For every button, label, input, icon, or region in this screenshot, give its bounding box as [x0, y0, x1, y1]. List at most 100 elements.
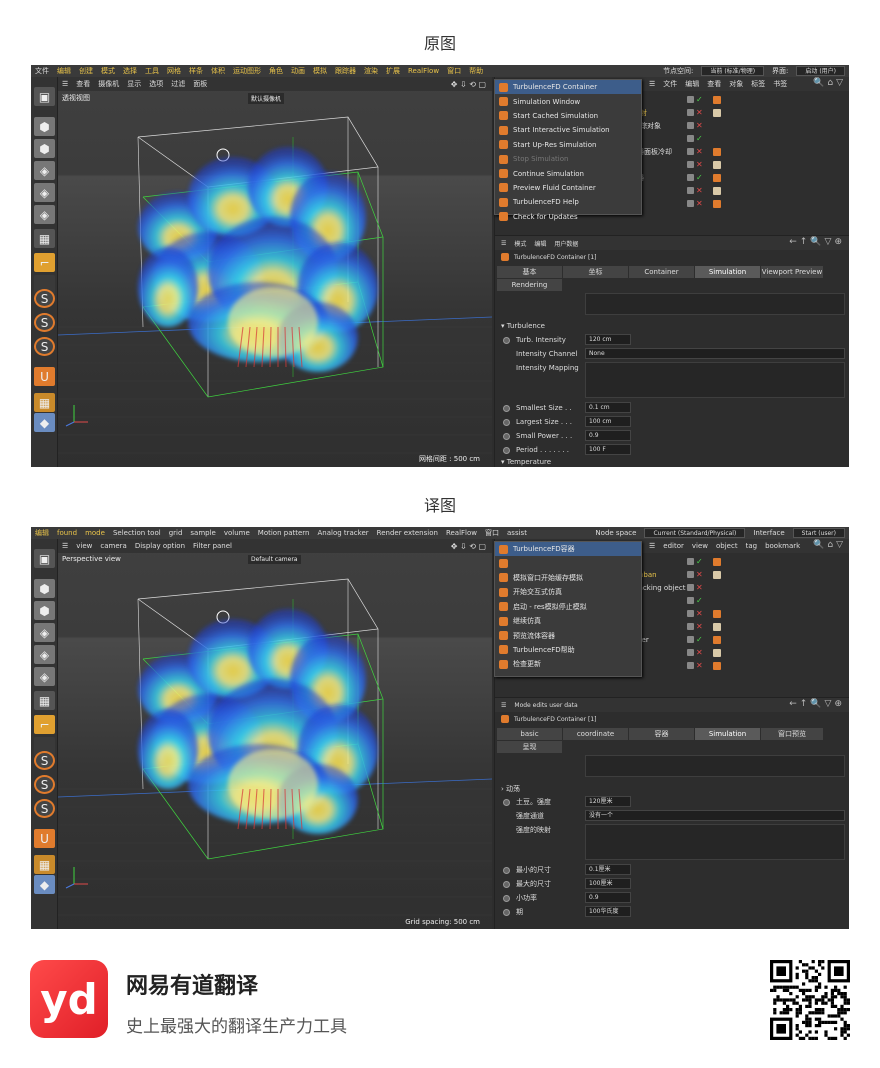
visible-check-icon[interactable]: ✓ — [696, 557, 703, 566]
dropdown-menu-item[interactable]: 启动 - res模拟停止模拟 — [495, 600, 641, 614]
param-value-field[interactable]: 0.1 cm — [585, 402, 631, 413]
dropdown-menu-item[interactable] — [495, 556, 641, 570]
animate-dot-icon[interactable] — [503, 404, 510, 412]
object-row[interactable]: tracking object ✕ — [613, 581, 849, 594]
dropdown-menu-item[interactable]: TurbulenceFD容器 — [495, 542, 641, 557]
viewport[interactable]: ☰ view camera Display option Filter panel ✥ ⇩… — [58, 539, 492, 929]
om-toolbar-icons[interactable]: 🔍⌂▽ — [813, 78, 846, 88]
param-value-field[interactable]: 100 cm — [585, 416, 631, 427]
visibility-off-icon[interactable]: ✕ — [696, 622, 703, 631]
attr-menu-item[interactable]: 用户数据 — [554, 239, 578, 248]
menu-item[interactable]: 选择 — [119, 66, 141, 76]
menu-item[interactable]: 网格 — [163, 66, 185, 76]
visible-check-icon[interactable]: ✓ — [696, 635, 703, 644]
param-value-field[interactable]: 120 cm — [585, 334, 631, 345]
attribute-tab[interactable]: Simulation — [695, 266, 760, 278]
menu-item[interactable]: 模拟 — [309, 66, 331, 76]
dropdown-menu-item[interactable]: Stop Simulation — [495, 152, 641, 166]
object-row[interactable]: 2✕ — [613, 184, 849, 197]
tag-icon[interactable] — [712, 160, 721, 169]
visibility-off-icon[interactable]: ✕ — [696, 108, 703, 117]
magnet-icon[interactable]: U — [34, 829, 55, 848]
object-controls[interactable]: ✕ — [687, 648, 721, 657]
attribute-tab[interactable]: 坐标 — [563, 266, 628, 278]
param-value-field[interactable]: 0.9 — [585, 892, 631, 903]
layer-box-icon[interactable] — [687, 584, 694, 591]
menu-item[interactable]: mode — [81, 529, 109, 537]
tab-rendering[interactable]: Rendering — [497, 279, 562, 291]
intensity-mapping-curve[interactable] — [585, 362, 845, 398]
axis-icon[interactable]: ⌐ — [34, 253, 55, 272]
om-menu-item[interactable]: editor — [663, 542, 684, 550]
object-controls[interactable]: ✕ — [687, 186, 721, 195]
attr-menu-item[interactable]: 模式 — [514, 239, 526, 248]
dropdown-menu-item[interactable]: TurbulenceFD Help — [495, 195, 641, 209]
hamburger-icon[interactable]: ☰ — [501, 240, 506, 247]
attribute-tab[interactable]: 窗口预览 — [761, 728, 823, 740]
dropdown-menu-item[interactable]: 继续仿真 — [495, 614, 641, 628]
snap2-icon[interactable]: S — [34, 313, 55, 332]
tag-icon[interactable] — [712, 95, 721, 104]
snap-icon[interactable]: S — [34, 751, 55, 770]
om-menu-item[interactable]: object — [716, 542, 738, 550]
object-controls[interactable]: ✕ — [687, 108, 721, 117]
om-menu-item[interactable]: 文件 — [663, 79, 677, 89]
texture-icon[interactable]: ▦ — [34, 691, 55, 710]
object-controls[interactable]: ✓ — [687, 596, 703, 605]
tag-icon[interactable] — [712, 173, 721, 182]
menu-item[interactable]: 工具 — [141, 66, 163, 76]
layer-box-icon[interactable] — [687, 662, 694, 669]
object-row[interactable]: 3✓ — [613, 132, 849, 145]
layer-box-icon[interactable] — [687, 96, 694, 103]
visibility-off-icon[interactable]: ✕ — [696, 186, 703, 195]
layer-box-icon[interactable] — [687, 558, 694, 565]
om-menu-item[interactable]: view — [692, 542, 708, 550]
animate-dot-icon[interactable] — [503, 798, 510, 806]
turbulence-section-header[interactable]: › 动荡 — [501, 784, 520, 794]
layer-box-icon[interactable] — [687, 649, 694, 656]
animate-dot-icon[interactable] — [503, 432, 510, 440]
dropdown-menu-item[interactable]: TurbulenceFD Container — [495, 80, 641, 95]
dropdown-menu-item[interactable]: 预览流体容器 — [495, 628, 641, 642]
tab-rendering[interactable]: 呈现 — [497, 741, 562, 753]
om-menu-item[interactable]: tag — [746, 542, 757, 550]
attribute-tab[interactable]: 容器 — [629, 728, 694, 740]
polygon-icon[interactable]: ◈ — [34, 645, 55, 664]
object-controls[interactable]: ✕ — [687, 622, 721, 631]
animate-dot-icon[interactable] — [503, 894, 510, 902]
object-controls[interactable]: ✓ — [687, 95, 721, 104]
tag-icon[interactable] — [712, 635, 721, 644]
menu-item[interactable]: 窗口 — [481, 528, 503, 538]
layer-box-icon[interactable] — [687, 161, 694, 168]
grid-icon[interactable]: ▦ — [34, 393, 55, 412]
param-value-field[interactable]: 100 F — [585, 444, 631, 455]
object-row[interactable]: 控制器面板冷却 ✕ — [613, 145, 849, 158]
mode-icon[interactable]: ▣ — [34, 549, 55, 568]
attr-menu-item[interactable]: 编辑 — [534, 239, 546, 248]
visibility-off-icon[interactable]: ✕ — [696, 570, 703, 579]
animate-dot-icon[interactable] — [503, 336, 510, 344]
layer-box-icon[interactable] — [687, 200, 694, 207]
param-value-field[interactable]: 100厘米 — [585, 878, 631, 889]
layer-box-icon[interactable] — [687, 571, 694, 578]
om-toolbar-icons[interactable]: 🔍⌂▽ — [813, 540, 846, 550]
object-icon[interactable]: ◈ — [34, 205, 55, 224]
om-menu-item[interactable]: 对象 — [729, 79, 743, 89]
layer-box-icon[interactable] — [687, 148, 694, 155]
layer-box-icon[interactable] — [687, 597, 694, 604]
dropdown-menu-item[interactable]: Start Up-Res Simulation — [495, 138, 641, 152]
object-row[interactable]: 发射器✓ — [613, 171, 849, 184]
menu-item[interactable]: found — [53, 529, 81, 537]
tag-icon[interactable] — [712, 557, 721, 566]
tag-icon[interactable] — [712, 648, 721, 657]
menu-item[interactable]: Selection tool — [109, 529, 165, 537]
param-value-field[interactable]: 100华氏度 — [585, 906, 631, 917]
om-menu-item[interactable]: 书签 — [773, 79, 787, 89]
visible-check-icon[interactable]: ✓ — [696, 596, 703, 605]
attr-menu-item[interactable]: Mode edits user data — [514, 702, 577, 709]
attribute-tab[interactable]: Container — [629, 266, 694, 278]
menu-item[interactable]: volume — [220, 529, 254, 537]
menu-item[interactable]: RealFlow — [442, 529, 481, 537]
attribute-tab[interactable]: 基本 — [497, 266, 562, 278]
visibility-off-icon[interactable]: ✕ — [696, 199, 703, 208]
